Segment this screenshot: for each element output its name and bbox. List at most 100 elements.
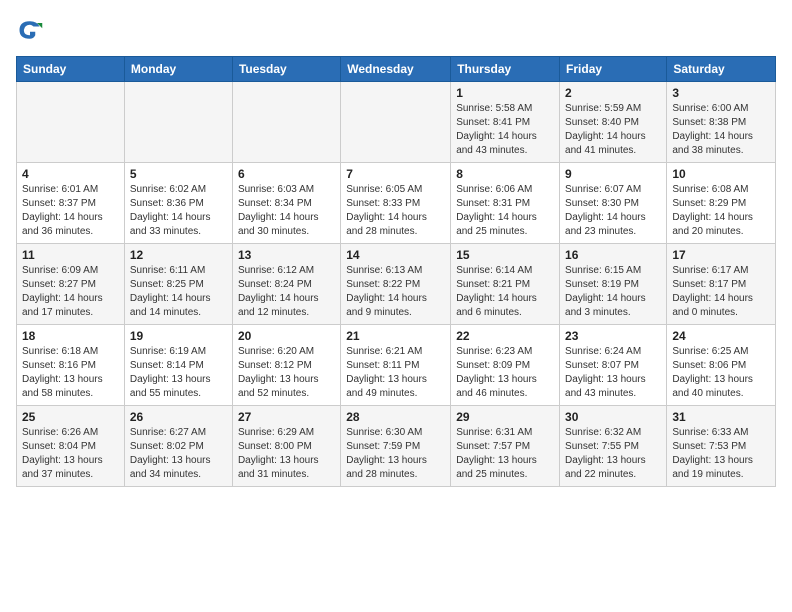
day-number: 28 xyxy=(346,410,445,424)
calendar-cell: 29Sunrise: 6:31 AM Sunset: 7:57 PM Dayli… xyxy=(451,406,560,487)
calendar-cell: 9 Sunrise: 6:07 AM Sunset: 8:30 PM Daylig… xyxy=(560,163,667,244)
calendar-cell: 28Sunrise: 6:30 AM Sunset: 7:59 PM Dayli… xyxy=(341,406,451,487)
calendar-cell: 26 Sunrise: 6:27 AM Sunset: 8:02 PM Dayli… xyxy=(124,406,232,487)
calendar-cell: 3 Sunrise: 6:00 AM Sunset: 8:38 PM Daylig… xyxy=(667,82,776,163)
calendar-cell: 12 Sunrise: 6:11 AM Sunset: 8:25 PM Dayli… xyxy=(124,244,232,325)
day-number: 6 xyxy=(238,167,335,181)
day-info: Sunrise: 6:18 AM Sunset: 8:16 PM Dayligh… xyxy=(22,345,119,401)
calendar-cell: 21Sunrise: 6:21 AM Sunset: 8:11 PM Dayli… xyxy=(341,325,451,406)
day-info: Sunrise: 6:06 AM Sunset: 8:31 PM Dayligh… xyxy=(456,183,554,239)
calendar-cell: 17Sunrise: 6:17 AM Sunset: 8:17 PM Dayli… xyxy=(667,244,776,325)
day-number: 16 xyxy=(565,248,661,262)
calendar-cell: 6 Sunrise: 6:03 AM Sunset: 8:34 PM Daylig… xyxy=(232,163,340,244)
day-number: 3 xyxy=(672,86,770,100)
day-info: Sunrise: 6:13 AM Sunset: 8:22 PM Dayligh… xyxy=(346,264,445,320)
calendar-cell: 27 Sunrise: 6:29 AM Sunset: 8:00 PM Dayli… xyxy=(232,406,340,487)
calendar-cell: 10 Sunrise: 6:08 AM Sunset: 8:29 PM Dayli… xyxy=(667,163,776,244)
day-number: 8 xyxy=(456,167,554,181)
calendar-cell: 13 Sunrise: 6:12 AM Sunset: 8:24 PM Dayli… xyxy=(232,244,340,325)
logo-icon xyxy=(16,16,44,44)
day-number: 14 xyxy=(346,248,445,262)
day-header-thursday: Thursday xyxy=(451,57,560,82)
calendar-cell: 18 Sunrise: 6:18 AM Sunset: 8:16 PM Dayli… xyxy=(17,325,125,406)
day-info: Sunrise: 6:31 AM Sunset: 7:57 PM Dayligh… xyxy=(456,426,554,482)
calendar-week-row: 25 Sunrise: 6:26 AM Sunset: 8:04 PM Dayli… xyxy=(17,406,776,487)
calendar-header-row: SundayMondayTuesdayWednesdayThursdayFrid… xyxy=(17,57,776,82)
day-number: 7 xyxy=(346,167,445,181)
calendar-week-row: 4 Sunrise: 6:01 AM Sunset: 8:37 PM Daylig… xyxy=(17,163,776,244)
calendar-cell: 25 Sunrise: 6:26 AM Sunset: 8:04 PM Dayli… xyxy=(17,406,125,487)
day-header-tuesday: Tuesday xyxy=(232,57,340,82)
calendar-cell xyxy=(341,82,451,163)
day-info: Sunrise: 6:00 AM Sunset: 8:38 PM Dayligh… xyxy=(672,102,770,158)
day-header-wednesday: Wednesday xyxy=(341,57,451,82)
day-info: Sunrise: 6:25 AM Sunset: 8:06 PM Dayligh… xyxy=(672,345,770,401)
day-info: Sunrise: 6:15 AM Sunset: 8:19 PM Dayligh… xyxy=(565,264,661,320)
calendar-cell: 14 Sunrise: 6:13 AM Sunset: 8:22 PM Dayli… xyxy=(341,244,451,325)
day-number: 23 xyxy=(565,329,661,343)
calendar-cell: 24Sunrise: 6:25 AM Sunset: 8:06 PM Dayli… xyxy=(667,325,776,406)
day-info: Sunrise: 6:21 AM Sunset: 8:11 PM Dayligh… xyxy=(346,345,445,401)
day-info: Sunrise: 6:20 AM Sunset: 8:12 PM Dayligh… xyxy=(238,345,335,401)
day-info: Sunrise: 6:11 AM Sunset: 8:25 PM Dayligh… xyxy=(130,264,227,320)
day-info: Sunrise: 6:14 AM Sunset: 8:21 PM Dayligh… xyxy=(456,264,554,320)
calendar-week-row: 1Sunrise: 5:58 AM Sunset: 8:41 PM Daylig… xyxy=(17,82,776,163)
day-number: 26 xyxy=(130,410,227,424)
day-number: 25 xyxy=(22,410,119,424)
day-info: Sunrise: 6:33 AM Sunset: 7:53 PM Dayligh… xyxy=(672,426,770,482)
day-number: 5 xyxy=(130,167,227,181)
day-info: Sunrise: 6:17 AM Sunset: 8:17 PM Dayligh… xyxy=(672,264,770,320)
day-number: 11 xyxy=(22,248,119,262)
day-info: Sunrise: 6:24 AM Sunset: 8:07 PM Dayligh… xyxy=(565,345,661,401)
day-info: Sunrise: 6:12 AM Sunset: 8:24 PM Dayligh… xyxy=(238,264,335,320)
day-info: Sunrise: 6:23 AM Sunset: 8:09 PM Dayligh… xyxy=(456,345,554,401)
day-info: Sunrise: 6:03 AM Sunset: 8:34 PM Dayligh… xyxy=(238,183,335,239)
calendar-cell: 15Sunrise: 6:14 AM Sunset: 8:21 PM Dayli… xyxy=(451,244,560,325)
day-header-friday: Friday xyxy=(560,57,667,82)
calendar-cell xyxy=(17,82,125,163)
day-info: Sunrise: 6:08 AM Sunset: 8:29 PM Dayligh… xyxy=(672,183,770,239)
day-number: 19 xyxy=(130,329,227,343)
calendar-cell: 11 Sunrise: 6:09 AM Sunset: 8:27 PM Dayli… xyxy=(17,244,125,325)
page-header xyxy=(16,16,776,44)
day-number: 30 xyxy=(565,410,661,424)
day-header-sunday: Sunday xyxy=(17,57,125,82)
calendar-cell: 1Sunrise: 5:58 AM Sunset: 8:41 PM Daylig… xyxy=(451,82,560,163)
day-info: Sunrise: 6:32 AM Sunset: 7:55 PM Dayligh… xyxy=(565,426,661,482)
day-info: Sunrise: 6:29 AM Sunset: 8:00 PM Dayligh… xyxy=(238,426,335,482)
day-info: Sunrise: 6:07 AM Sunset: 8:30 PM Dayligh… xyxy=(565,183,661,239)
day-number: 20 xyxy=(238,329,335,343)
calendar-cell: 16 Sunrise: 6:15 AM Sunset: 8:19 PM Dayli… xyxy=(560,244,667,325)
day-info: Sunrise: 6:01 AM Sunset: 8:37 PM Dayligh… xyxy=(22,183,119,239)
calendar-cell xyxy=(124,82,232,163)
day-number: 4 xyxy=(22,167,119,181)
calendar-table: SundayMondayTuesdayWednesdayThursdayFrid… xyxy=(16,56,776,487)
day-number: 9 xyxy=(565,167,661,181)
day-info: Sunrise: 6:19 AM Sunset: 8:14 PM Dayligh… xyxy=(130,345,227,401)
day-header-monday: Monday xyxy=(124,57,232,82)
day-info: Sunrise: 6:27 AM Sunset: 8:02 PM Dayligh… xyxy=(130,426,227,482)
calendar-cell: 5Sunrise: 6:02 AM Sunset: 8:36 PM Daylig… xyxy=(124,163,232,244)
calendar-cell: 20 Sunrise: 6:20 AM Sunset: 8:12 PM Dayli… xyxy=(232,325,340,406)
calendar-cell: 8 Sunrise: 6:06 AM Sunset: 8:31 PM Daylig… xyxy=(451,163,560,244)
day-number: 10 xyxy=(672,167,770,181)
calendar-cell: 22Sunrise: 6:23 AM Sunset: 8:09 PM Dayli… xyxy=(451,325,560,406)
calendar-cell: 19 Sunrise: 6:19 AM Sunset: 8:14 PM Dayli… xyxy=(124,325,232,406)
calendar-cell: 31 Sunrise: 6:33 AM Sunset: 7:53 PM Dayli… xyxy=(667,406,776,487)
calendar-cell: 4 Sunrise: 6:01 AM Sunset: 8:37 PM Daylig… xyxy=(17,163,125,244)
day-number: 12 xyxy=(130,248,227,262)
day-info: Sunrise: 5:59 AM Sunset: 8:40 PM Dayligh… xyxy=(565,102,661,158)
day-info: Sunrise: 6:09 AM Sunset: 8:27 PM Dayligh… xyxy=(22,264,119,320)
day-info: Sunrise: 6:05 AM Sunset: 8:33 PM Dayligh… xyxy=(346,183,445,239)
day-number: 31 xyxy=(672,410,770,424)
day-number: 2 xyxy=(565,86,661,100)
day-header-saturday: Saturday xyxy=(667,57,776,82)
day-number: 18 xyxy=(22,329,119,343)
calendar-cell xyxy=(232,82,340,163)
day-info: Sunrise: 6:26 AM Sunset: 8:04 PM Dayligh… xyxy=(22,426,119,482)
day-number: 13 xyxy=(238,248,335,262)
calendar-cell: 23 Sunrise: 6:24 AM Sunset: 8:07 PM Dayli… xyxy=(560,325,667,406)
calendar-cell: 2 Sunrise: 5:59 AM Sunset: 8:40 PM Daylig… xyxy=(560,82,667,163)
day-number: 1 xyxy=(456,86,554,100)
day-number: 27 xyxy=(238,410,335,424)
